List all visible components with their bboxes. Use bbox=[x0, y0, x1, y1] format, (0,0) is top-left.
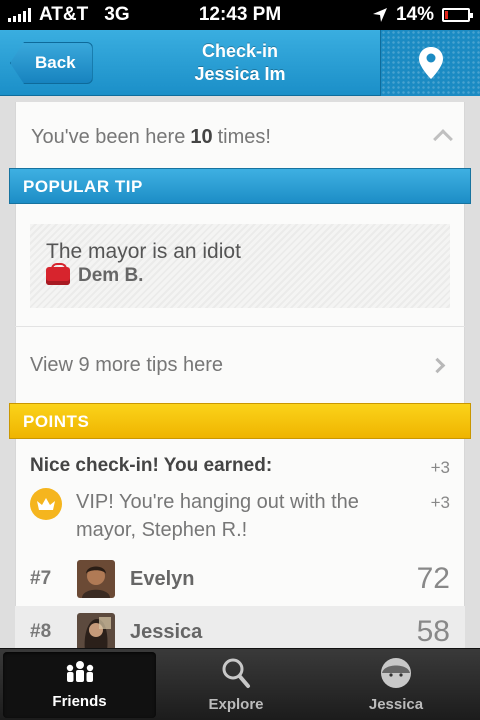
checkin-content: You've been here 10 times! POPULAR TIP T… bbox=[0, 96, 480, 648]
leaderboard-row[interactable]: #7 Evelyn 72 bbox=[15, 553, 465, 605]
points-header: POINTS bbox=[9, 403, 471, 439]
leaderboard-score: 58 bbox=[416, 615, 450, 648]
tab-explore[interactable]: Explore bbox=[156, 649, 316, 720]
title-line-venue: Jessica Im bbox=[194, 64, 286, 84]
location-arrow-icon bbox=[372, 8, 387, 22]
tab-explore-label: Explore bbox=[208, 696, 264, 713]
tab-profile[interactable]: Jessica bbox=[316, 649, 476, 720]
friends-icon bbox=[66, 661, 93, 682]
visit-suffix: times! bbox=[217, 126, 271, 148]
crown-icon bbox=[30, 488, 62, 520]
popular-tip-header: POPULAR TIP bbox=[9, 168, 471, 204]
status-bar: AT&T 3G 12:43 PM 14% bbox=[0, 0, 480, 30]
leaderboard-row[interactable]: #8 Jessica 58 bbox=[15, 606, 465, 648]
tab-profile-label: Jessica bbox=[368, 696, 424, 713]
more-tips-link[interactable]: View 9 more tips here bbox=[15, 326, 465, 404]
map-pin-icon bbox=[418, 47, 443, 79]
battery-percent: 14% bbox=[395, 4, 434, 25]
tab-bar: Friends Explore Jessica bbox=[0, 648, 480, 720]
tip-author-name: Dem B. bbox=[78, 265, 144, 286]
title-line-checkin: Check-in bbox=[201, 41, 279, 61]
map-button[interactable] bbox=[380, 30, 480, 96]
page-title: Check-in Jessica Im bbox=[110, 40, 370, 86]
tip-author[interactable]: Dem B. bbox=[46, 263, 450, 287]
leaderboard-name: Evelyn bbox=[130, 567, 195, 590]
leaderboard-rank: #8 bbox=[30, 621, 52, 642]
vip-points: +3 bbox=[430, 493, 450, 512]
profile-icon bbox=[381, 658, 411, 688]
earned-label: Nice check-in! You earned: bbox=[30, 455, 273, 476]
leaderboard-score: 72 bbox=[416, 562, 450, 595]
tip-box[interactable]: The mayor is an idiot Dem B. bbox=[30, 224, 450, 308]
visit-count-row[interactable]: You've been here 10 times! bbox=[16, 102, 464, 174]
search-icon bbox=[222, 658, 250, 688]
tab-friends-label: Friends bbox=[52, 693, 107, 710]
vip-text: VIP! You're hanging out with the mayor, … bbox=[76, 491, 359, 541]
avatar bbox=[77, 560, 115, 598]
tip-text: The mayor is an idiot bbox=[46, 240, 241, 263]
chevron-right-icon bbox=[429, 357, 446, 374]
vip-bonus-row: VIP! You're hanging out with the mayor, … bbox=[30, 488, 396, 544]
visit-count: 10 bbox=[190, 126, 213, 148]
avatar bbox=[77, 613, 115, 648]
chevron-up-icon[interactable] bbox=[433, 129, 453, 149]
leaderboard-rank: #7 bbox=[30, 568, 52, 589]
more-tips-label: View 9 more tips here bbox=[30, 354, 224, 376]
nav-bar: Back Check-in Jessica Im bbox=[0, 30, 480, 96]
todo-ribbon-icon bbox=[46, 263, 70, 285]
earned-points: +3 bbox=[430, 458, 450, 477]
tab-friends[interactable]: Friends bbox=[3, 652, 156, 718]
leaderboard-name: Jessica bbox=[130, 620, 203, 643]
back-button[interactable]: Back bbox=[10, 42, 93, 84]
battery-icon bbox=[442, 8, 473, 22]
visit-prefix: You've been here bbox=[31, 126, 186, 148]
